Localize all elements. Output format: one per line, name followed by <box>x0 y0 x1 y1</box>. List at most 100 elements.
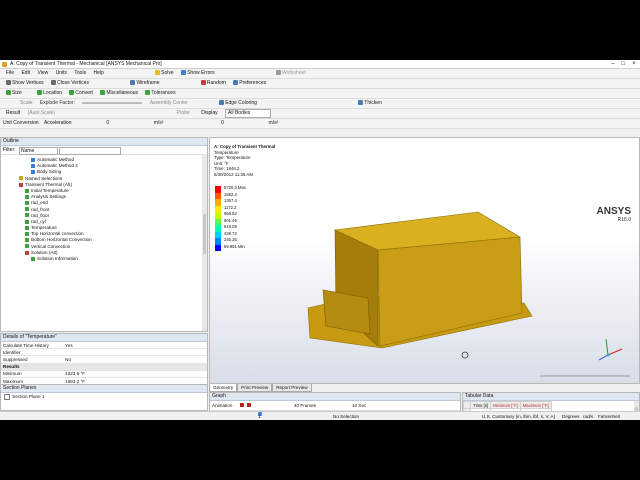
probe-button[interactable]: Probe <box>176 109 189 118</box>
tree-node-label: Solution (A6) <box>31 249 58 255</box>
details-row[interactable]: Suppressed No <box>1 355 207 364</box>
unit2-select[interactable]: m/s² <box>269 119 279 128</box>
toolbar-explode: Scale Explode Factor: Assembly Center Ed… <box>0 99 640 109</box>
unit1-select[interactable]: m/s² <box>154 119 214 128</box>
menu-tools[interactable]: Tools <box>74 69 86 78</box>
legend-value-label: 245.35 <box>224 237 237 242</box>
unit-value2-input[interactable]: 0 <box>221 119 261 128</box>
preferences-button[interactable]: Preferences <box>233 79 266 88</box>
menu-units[interactable]: Units <box>56 69 67 78</box>
outline-tree-item[interactable]: Solution Information <box>1 256 207 262</box>
assembly-center-select[interactable]: Assembly Center <box>150 99 188 108</box>
explode-slider[interactable] <box>82 101 143 104</box>
show-errors-button[interactable]: Show Errors <box>181 69 215 78</box>
tree-node-label: rad_front <box>31 206 50 212</box>
random-button[interactable]: Random <box>200 79 226 88</box>
legend-value-label: 1357.4 <box>224 198 237 203</box>
details-value[interactable]: 1323.6 °F <box>63 370 207 378</box>
details-key: Suppressed <box>1 355 64 364</box>
model-3d[interactable] <box>210 138 640 385</box>
details-key: Identifier <box>1 348 64 357</box>
legend-value-label: 968.82 <box>224 211 237 216</box>
maximize-button[interactable]: □ <box>618 60 628 68</box>
miscellaneous-button[interactable]: Miscellaneous <box>100 89 138 98</box>
tabular-column-header[interactable]: Time [s] <box>470 400 492 410</box>
worksheet-button[interactable]: Worksheet <box>275 69 306 78</box>
scale-button[interactable]: Scale <box>20 99 33 108</box>
filter-select[interactable]: Name <box>19 147 58 155</box>
unit-system-status[interactable]: U.S. Customary (in, lbm, lbf, s, V, A) <box>482 412 555 420</box>
close-vertices-icon <box>51 80 57 86</box>
details-row[interactable]: Identifier <box>1 348 207 357</box>
toolbar-mesh: Size Location Convert Miscellaneous Tole… <box>0 89 640 99</box>
rate-unit-status[interactable]: rad/s <box>583 412 593 420</box>
outline-scrollbar[interactable] <box>202 154 207 331</box>
tab-report-preview[interactable]: Report Preview <box>272 384 312 392</box>
triad-axes-icon[interactable] <box>598 338 623 361</box>
close-button[interactable]: × <box>629 60 639 68</box>
details-value[interactable]: No <box>63 355 207 364</box>
result-toolbar: Result (Auto Scale) Probe Display All Bo… <box>0 109 640 119</box>
window-title: A: Copy of Transient Thermal - Mechanica… <box>10 61 162 67</box>
angle-unit-status[interactable]: Degrees <box>562 412 579 420</box>
miscellaneous-icon <box>100 90 106 96</box>
tree-node-label: Vertical Convection <box>31 243 71 249</box>
checkbox-icon[interactable] <box>4 393 10 400</box>
minimize-button[interactable]: – <box>608 60 618 68</box>
outline-scroll-thumb[interactable] <box>203 214 206 254</box>
section-plane-item[interactable]: Section Plane 1 <box>1 393 207 400</box>
tree-node-icon <box>25 188 29 193</box>
wireframe-icon <box>130 80 136 86</box>
details-value[interactable]: Yes <box>63 342 207 350</box>
menu-edit[interactable]: Edit <box>21 69 30 78</box>
preferences-icon <box>233 80 239 86</box>
thicken-button[interactable]: Thicken <box>358 99 382 108</box>
menu-file[interactable]: File <box>6 69 14 78</box>
tree-node-icon <box>25 207 29 212</box>
tab-geometry[interactable]: Geometry <box>209 384 238 392</box>
wireframe-button[interactable]: Wireframe <box>130 79 160 88</box>
edge-coloring-button[interactable]: Edge Coloring <box>219 99 257 108</box>
tree-node-label: rad_floor <box>31 212 50 218</box>
tree-node-label: Top Horizontal convection <box>31 231 84 237</box>
solve-button[interactable]: Solve <box>155 69 174 78</box>
rotation-center-icon[interactable] <box>461 351 469 359</box>
tabular-column-header[interactable]: Maximum [°F] <box>519 400 552 410</box>
random-icon <box>200 80 206 86</box>
play-icon[interactable] <box>240 403 244 407</box>
frames-select[interactable]: 40 Frames <box>294 401 316 410</box>
unit-value1-input[interactable]: 0 <box>106 119 146 128</box>
tree-node-label: Initial Temperature <box>31 187 69 193</box>
tolerances-button[interactable]: Tolerances <box>145 89 176 98</box>
display-select[interactable]: All Bodies <box>225 109 272 118</box>
details-row[interactable]: Calculate Time History Yes <box>1 342 207 350</box>
result-scale-select[interactable]: (Auto Scale) <box>28 109 56 118</box>
application-window: A: Copy of Transient Thermal - Mechanica… <box>0 60 640 420</box>
graphics-viewport[interactable]: A: Copy of Transient Thermal Temperature… <box>209 137 640 384</box>
unit-quantity-select[interactable]: Acceleration <box>44 119 99 128</box>
outline-tree: Automatic Method Automatic Method 2 Body S… <box>1 155 207 262</box>
size-button[interactable]: Size <box>6 89 22 98</box>
close-vertices-button[interactable]: Close Vertices <box>51 79 89 88</box>
details-value[interactable] <box>63 348 207 357</box>
details-value[interactable] <box>63 363 207 371</box>
show-vertices-button[interactable]: Show Vertices <box>6 79 44 88</box>
convert-icon <box>69 90 75 96</box>
tabular-column-header[interactable] <box>463 400 472 410</box>
stop-icon[interactable] <box>247 403 251 407</box>
location-button[interactable]: Location <box>37 89 62 98</box>
menu-help[interactable]: Help <box>93 69 103 78</box>
details-row[interactable]: Results <box>1 363 207 371</box>
tree-node-label: Body Sizing <box>37 169 62 175</box>
tab-print-preview[interactable]: Print Preview <box>237 384 273 392</box>
temp-unit-status[interactable]: Fahrenheit <box>598 412 620 420</box>
speed-select[interactable]: 10 Sec <box>352 401 366 410</box>
tabular-column-header[interactable]: Minimum [°F] <box>490 400 521 410</box>
convert-button[interactable]: Convert <box>69 89 93 98</box>
result-label: Result <box>6 110 21 116</box>
error-icon <box>181 70 187 76</box>
details-row[interactable]: Minimum 1323.6 °F <box>1 370 207 378</box>
menu-view[interactable]: View <box>37 69 48 78</box>
thicken-icon <box>358 100 364 106</box>
filter-input[interactable] <box>59 147 121 155</box>
